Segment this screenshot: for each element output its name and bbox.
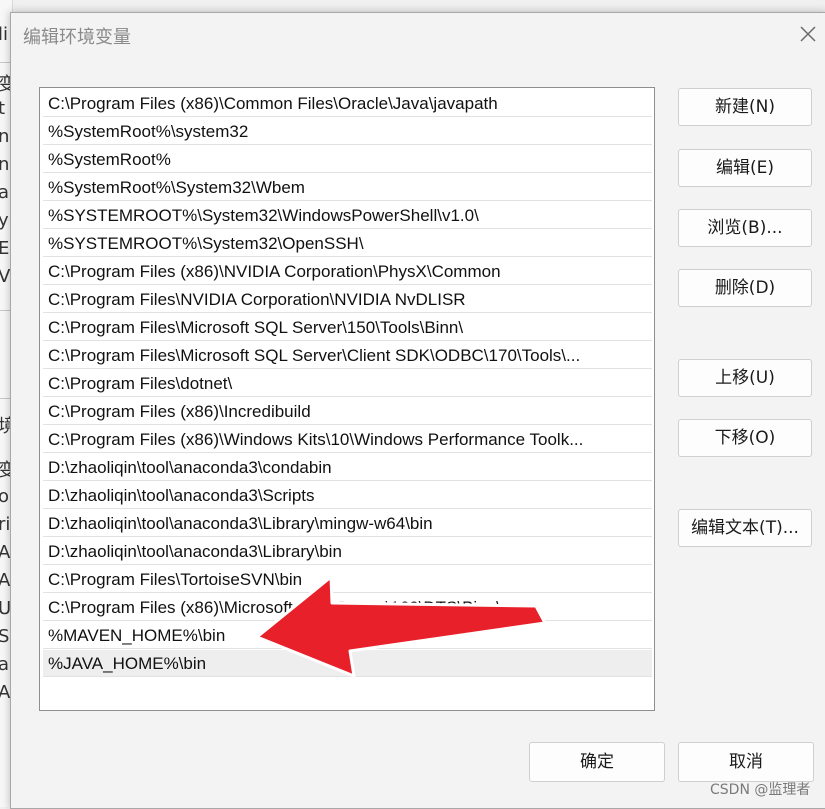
background-text: A: [0, 682, 10, 703]
background-text: li: [0, 24, 9, 45]
dialog-title: 编辑环境变量: [23, 27, 131, 48]
path-item[interactable]: %SystemRoot%\system32: [43, 118, 652, 145]
path-item[interactable]: %SystemRoot%: [43, 146, 652, 173]
background-text: V: [0, 266, 10, 287]
new-button[interactable]: 新建(N): [678, 88, 812, 126]
background-text: S: [0, 626, 9, 647]
path-item[interactable]: C:\Program Files\Microsoft SQL Server\Cl…: [43, 342, 652, 369]
path-item[interactable]: C:\Program Files (x86)\Windows Kits\10\W…: [43, 426, 652, 453]
path-item[interactable]: C:\Program Files (x86)\NVIDIA Corporatio…: [43, 258, 652, 285]
path-list[interactable]: C:\Program Files (x86)\Common Files\Orac…: [39, 87, 655, 711]
move-down-button[interactable]: 下移(O): [678, 419, 812, 457]
path-item[interactable]: %MAVEN_HOME%\bin: [43, 622, 652, 649]
path-item[interactable]: %SystemRoot%\System32\Wbem: [43, 174, 652, 201]
delete-button[interactable]: 删除(D): [678, 269, 812, 307]
background-text: o: [0, 486, 9, 507]
path-item[interactable]: C:\Program Files\TortoiseSVN\bin: [43, 566, 652, 593]
path-item[interactable]: C:\Program Files\dotnet\: [43, 370, 652, 397]
background-text: E: [0, 238, 9, 259]
background-text: a: [0, 654, 9, 675]
background-text: A: [0, 542, 10, 563]
background-text: a: [0, 182, 9, 203]
background-text: t: [0, 98, 5, 119]
path-item[interactable]: C:\Program Files (x86)\Microsoft SQL Ser…: [43, 594, 652, 621]
path-item[interactable]: C:\Program Files (x86)\Incredibuild: [43, 398, 652, 425]
path-item[interactable]: D:\zhaoliqin\tool\anaconda3\Library\ming…: [43, 510, 652, 537]
move-up-button[interactable]: 上移(U): [678, 359, 812, 397]
background-text: y: [0, 210, 9, 231]
path-item[interactable]: C:\Program Files (x86)\Common Files\Orac…: [43, 90, 652, 117]
background-text: A: [0, 570, 10, 591]
close-icon: [800, 26, 816, 42]
background-text: n: [0, 154, 9, 175]
path-item-selected[interactable]: %JAVA_HOME%\bin: [43, 650, 652, 677]
path-item[interactable]: D:\zhaoliqin\tool\anaconda3\condabin: [43, 454, 652, 481]
path-item[interactable]: %SYSTEMROOT%\System32\OpenSSH\: [43, 230, 652, 257]
path-item[interactable]: C:\Program Files\NVIDIA Corporation\NVID…: [43, 286, 652, 313]
path-item[interactable]: C:\Program Files\Microsoft SQL Server\15…: [43, 314, 652, 341]
edit-button[interactable]: 编辑(E): [678, 149, 812, 187]
edit-text-button[interactable]: 编辑文本(T)...: [678, 509, 812, 547]
browse-button[interactable]: 浏览(B)...: [678, 209, 812, 247]
background-text: n: [0, 126, 9, 147]
ok-button[interactable]: 确定: [529, 742, 665, 782]
background-text: ri: [0, 514, 11, 535]
path-item[interactable]: D:\zhaoliqin\tool\anaconda3\Scripts: [43, 482, 652, 509]
path-item[interactable]: D:\zhaoliqin\tool\anaconda3\Library\bin: [43, 538, 652, 565]
watermark: CSDN @监理者: [710, 782, 811, 798]
close-button[interactable]: [797, 23, 819, 45]
edit-env-var-dialog: 编辑环境变量 C:\Program Files (x86)\Common Fil…: [10, 12, 825, 809]
cancel-button[interactable]: 取消: [678, 742, 814, 782]
path-item[interactable]: %SYSTEMROOT%\System32\WindowsPowerShell\…: [43, 202, 652, 229]
